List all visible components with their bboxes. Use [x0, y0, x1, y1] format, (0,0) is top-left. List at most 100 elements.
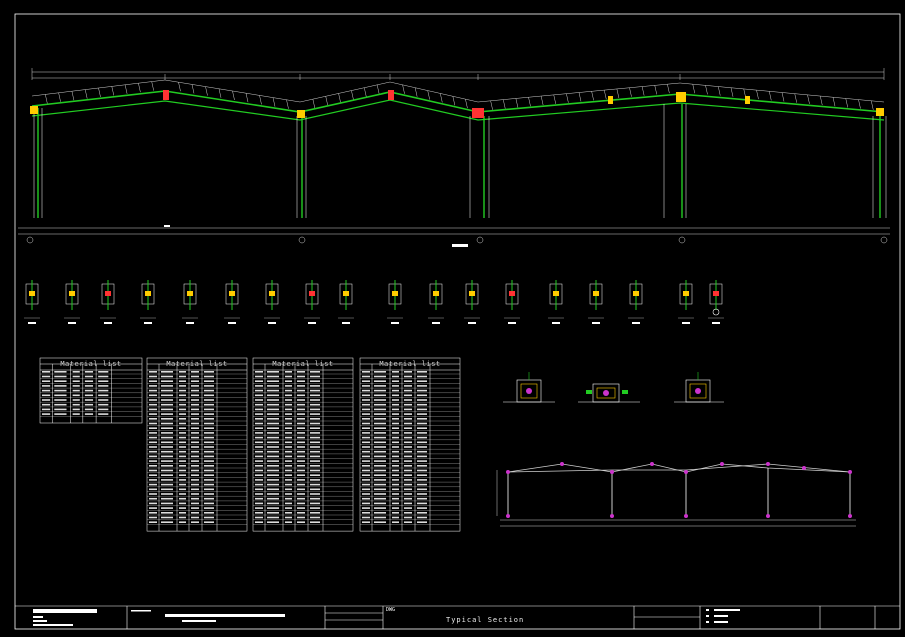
- table-cell: [255, 460, 263, 462]
- table-cell: [255, 507, 263, 509]
- base-dimensions: [18, 227, 890, 244]
- table-cell: [42, 371, 51, 373]
- purlin-tick: [364, 87, 367, 97]
- purlin-tick: [151, 81, 154, 91]
- table-cell: [149, 521, 157, 523]
- table-cell: [149, 502, 157, 505]
- purlin-tick: [325, 96, 328, 106]
- table-cell: [255, 399, 263, 401]
- table-cell: [255, 497, 263, 500]
- purlin-tick: [465, 99, 468, 109]
- table-cell: [362, 502, 370, 505]
- purlin-tick: [272, 97, 276, 107]
- table-cell: [255, 469, 263, 472]
- table-cell: [149, 465, 157, 467]
- table-cell: [362, 516, 370, 519]
- table-cell: [255, 455, 263, 458]
- table-cell: [149, 507, 157, 509]
- connection-detail: [504, 280, 520, 324]
- table-cell: [149, 375, 157, 378]
- table-cell: [362, 450, 370, 453]
- bracing-node: [650, 462, 654, 466]
- connection-detail: [264, 280, 280, 324]
- purlin-tick: [440, 93, 443, 103]
- bracing-elevation: [496, 463, 856, 527]
- purlin-tick: [98, 87, 101, 98]
- top-dimensions: [31, 68, 885, 80]
- sheet-title: Typical Section: [446, 616, 525, 624]
- bracing-node: [560, 462, 564, 466]
- column-outlines: [33, 104, 887, 218]
- purlin-tick: [414, 87, 418, 97]
- purlin-tick: [452, 96, 456, 106]
- section-mark-bar: [452, 244, 468, 247]
- purlin-tick: [591, 91, 594, 101]
- section-detail-b1: [578, 383, 640, 403]
- table-cell: [362, 497, 370, 500]
- table-cell: [362, 413, 370, 415]
- table-cell: [42, 385, 51, 387]
- table-cell: [362, 422, 370, 425]
- table-cell: [362, 380, 370, 382]
- table-cell: [362, 385, 370, 387]
- purlin-tick: [71, 91, 75, 101]
- purlin-tick: [232, 90, 235, 101]
- connection-detail: [464, 280, 480, 324]
- material-list-title-1: Material list: [60, 360, 122, 368]
- connection-detail: [387, 280, 403, 324]
- table-cell: [255, 413, 263, 415]
- table-cell: [149, 394, 157, 397]
- table-cell: [255, 427, 263, 429]
- purlin-tick: [718, 86, 721, 96]
- purlin-tick: [312, 99, 316, 109]
- table-cell: [362, 469, 370, 472]
- purlin-tick: [124, 84, 128, 94]
- material-table: [252, 357, 354, 532]
- material-list-title-3: Material list: [272, 360, 334, 368]
- purlin-tick: [807, 94, 810, 104]
- material-list-title-2: Material list: [166, 360, 228, 368]
- table-cell: [149, 497, 157, 500]
- bracing-node: [506, 470, 510, 474]
- purlin-tick: [794, 93, 797, 103]
- table-cell: [362, 460, 370, 462]
- table-cell: [255, 450, 263, 453]
- purlin-tick: [490, 100, 493, 110]
- table-cell: [42, 413, 51, 415]
- purlin-tick: [820, 96, 823, 106]
- bracing-node: [766, 462, 770, 466]
- bracing-node: [720, 462, 724, 466]
- table-cell: [255, 474, 263, 476]
- connection-detail: [140, 280, 156, 324]
- table-cell: [42, 399, 51, 401]
- table-cell: [362, 488, 370, 491]
- purlin-tick: [528, 97, 531, 107]
- table-cell: [149, 427, 157, 429]
- purlin-tick: [654, 85, 657, 95]
- purlin-tick: [641, 86, 645, 96]
- connection-detail: [588, 280, 604, 324]
- rafter-bottom: [31, 99, 885, 121]
- purlin-tick: [259, 95, 262, 105]
- purlin-tick: [540, 96, 544, 106]
- table-cell: [362, 394, 370, 397]
- purlin-tick: [351, 90, 354, 100]
- table-cell: [149, 371, 157, 373]
- connection-detail: [678, 280, 694, 324]
- purlin-tick: [427, 90, 430, 100]
- table-cell: [149, 469, 157, 472]
- connection-detail: [24, 280, 40, 324]
- purlin-tick: [218, 88, 222, 98]
- table-cell: [255, 408, 263, 411]
- table-cell: [255, 436, 263, 439]
- table-cell: [362, 446, 370, 448]
- table-cell: [255, 375, 263, 378]
- purlin-tick: [205, 86, 208, 96]
- purlin-tick: [338, 93, 341, 103]
- table-cell: [255, 432, 263, 434]
- table-cell: [149, 408, 157, 411]
- table-cell: [149, 403, 157, 406]
- table-cell: [149, 422, 157, 425]
- bracing-node: [802, 466, 806, 470]
- purlin-tick: [45, 94, 48, 104]
